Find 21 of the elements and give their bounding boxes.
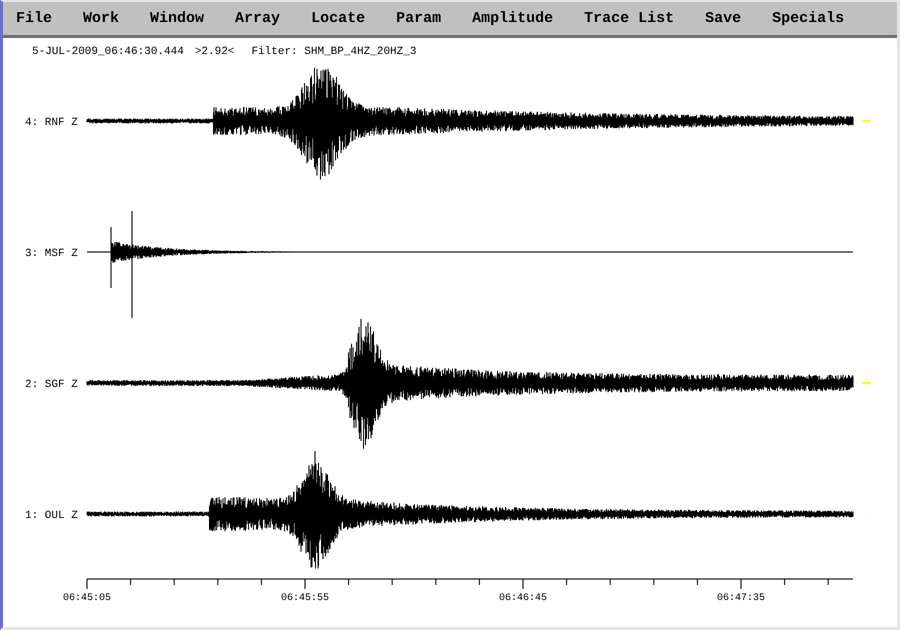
menu-item[interactable]: Window — [147, 10, 208, 27]
time-label: 06:45:55 — [281, 593, 329, 604]
trace-label: 3: MSF Z — [25, 248, 78, 260]
trace-label: 1: OUL Z — [25, 510, 78, 522]
time-label: 06:45:05 — [63, 593, 111, 604]
menu-item[interactable]: Locate — [308, 10, 368, 27]
time-label: 06:47:35 — [717, 593, 765, 604]
timestamp: 5-JUL-2009_06:46:30.444 — [32, 46, 184, 58]
menu-item[interactable]: Specials — [769, 10, 848, 27]
trace-label: 4: RNF Z — [25, 117, 78, 129]
trace-label: 2: SGF Z — [25, 379, 78, 391]
time-label: 06:46:45 — [499, 593, 547, 604]
menu-item[interactable]: Amplitude — [469, 10, 556, 27]
menu-item[interactable]: Work — [80, 10, 122, 27]
menu-item[interactable]: Save — [702, 10, 744, 27]
menu-item[interactable]: Param — [393, 10, 444, 27]
menu-item[interactable]: Array — [232, 10, 284, 27]
menu-item[interactable]: Trace List — [581, 10, 678, 27]
amplitude-value: >2.92< — [194, 46, 234, 58]
filter-label: Filter: SHM_BP_4HZ_20HZ_3 — [251, 46, 416, 58]
menu-item[interactable]: File — [13, 10, 56, 27]
